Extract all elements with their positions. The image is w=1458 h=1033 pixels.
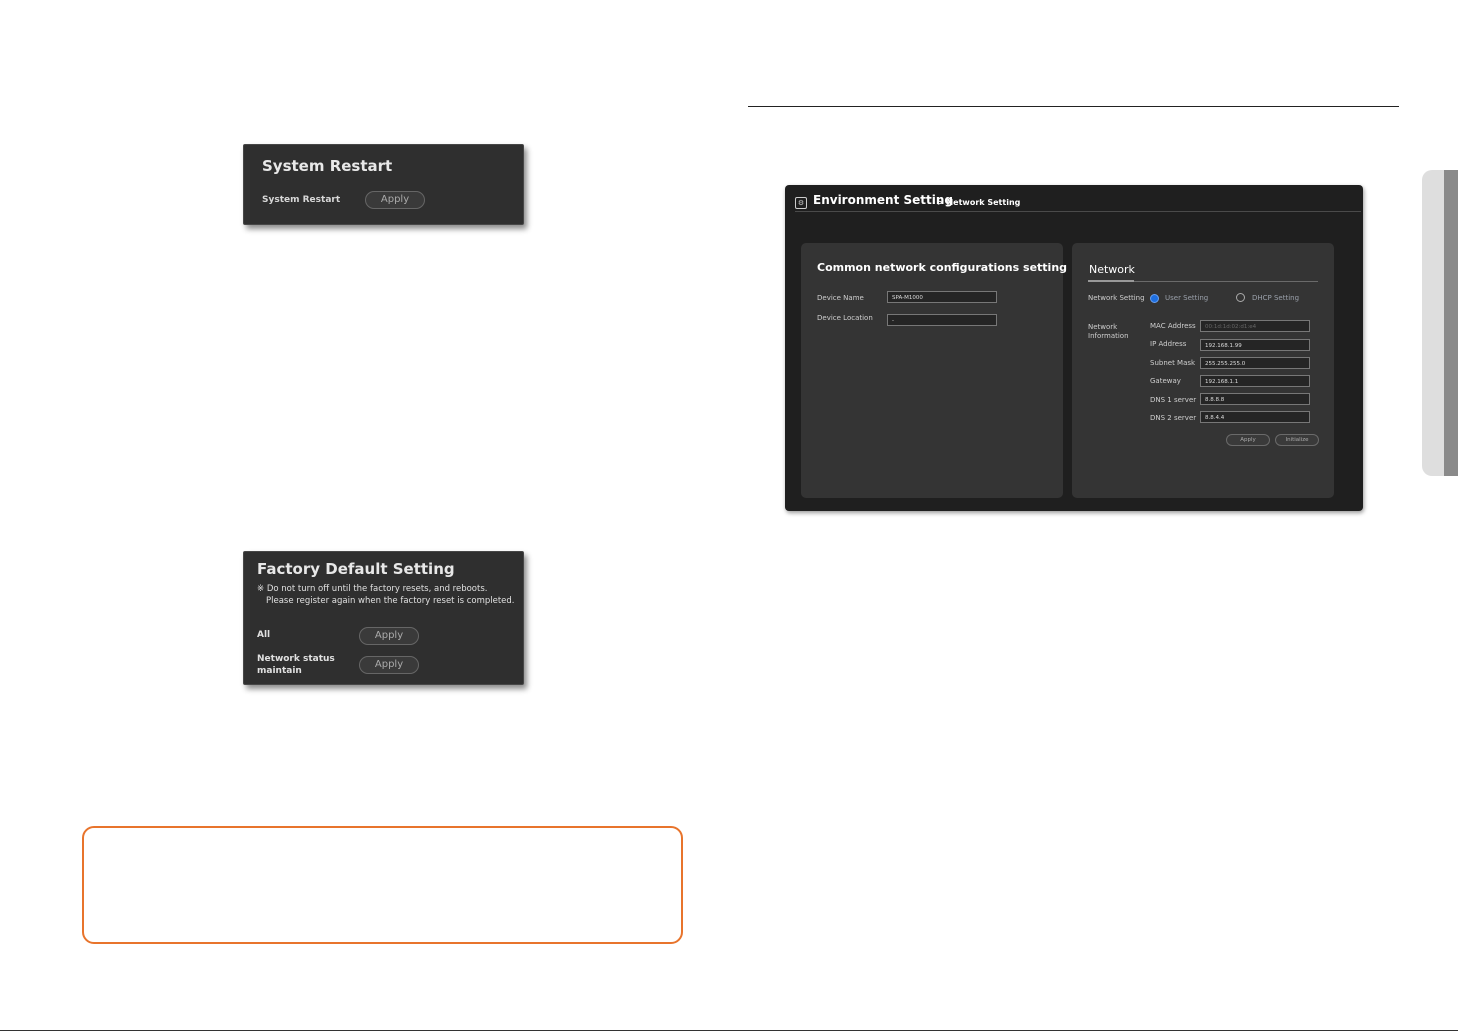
common-card-title: Common network configurations setting [817,261,1068,274]
network-title-underline [1088,280,1134,282]
side-tab-strip [1444,170,1458,476]
system-restart-label: System Restart [262,195,341,205]
gateway-label: Gateway [1150,377,1181,385]
user-setting-radio[interactable] [1150,294,1159,303]
footer-rule [0,1030,1458,1031]
factory-default-title: Factory Default Setting [257,560,455,578]
gateway-input[interactable]: 192.168.1.1 [1200,375,1310,387]
network-card: Network Network Setting User Setting DHC… [1072,243,1334,498]
dns1-label: DNS 1 server [1150,396,1197,404]
factory-all-apply-button[interactable]: Apply [359,627,419,645]
factory-note-line-1: ※ Do not turn off until the factory rese… [257,584,488,594]
chapter-side-tab [1422,170,1458,476]
device-name-label: Device Name [817,294,864,302]
factory-all-label: All [257,630,271,640]
factory-network-apply-button[interactable]: Apply [359,656,419,674]
factory-network-label: Network status maintain [257,654,335,676]
mac-address-input: 00:1d:1d:02:d1:e4 [1200,320,1310,332]
dns2-label: DNS 2 server [1150,414,1197,422]
environment-title: Environment Setting [813,193,953,207]
factory-default-panel: Factory Default Setting ※ Do not turn of… [243,551,524,685]
network-info-label-1: Network [1088,323,1118,331]
dhcp-setting-radio[interactable] [1236,293,1245,302]
dhcp-setting-label: DHCP Setting [1252,294,1300,302]
device-name-input[interactable]: SPA-M1000 [887,291,997,303]
mac-address-label: MAC Address [1150,322,1196,330]
device-location-label: Device Location [817,314,873,322]
ip-address-label: IP Address [1150,340,1187,348]
note-box [82,826,683,944]
environment-setting-window: ⚙ Environment Setting > Network Setting … [785,185,1363,511]
header-rule [748,106,1399,107]
common-network-card: Common network configurations setting De… [801,243,1067,498]
system-restart-panel: System Restart System Restart Apply [243,144,524,225]
system-restart-title: System Restart [262,157,393,175]
system-restart-apply-button[interactable]: Apply [365,191,425,209]
user-setting-label: User Setting [1165,294,1209,302]
network-setting-label: Network Setting [1088,294,1145,302]
network-card-title: Network [1089,263,1135,276]
network-initialize-button[interactable]: Initialize [1275,434,1319,446]
ip-address-input[interactable]: 192.168.1.99 [1200,339,1310,351]
breadcrumb: > Network Setting [937,198,1021,207]
network-apply-button[interactable]: Apply [1226,434,1270,446]
dns1-input[interactable]: 8.8.8.8 [1200,393,1310,405]
device-location-input[interactable]: - [887,314,997,326]
settings-icon: ⚙ [795,197,807,209]
dns2-input[interactable]: 8.8.4.4 [1200,411,1310,423]
network-info-label-2: Information [1088,332,1129,340]
subnet-mask-input[interactable]: 255.255.255.0 [1200,357,1310,369]
environment-header: ⚙ Environment Setting > Network Setting [795,193,1361,212]
subnet-mask-label: Subnet Mask [1150,359,1196,367]
factory-note-line-2: Please register again when the factory r… [266,596,515,606]
